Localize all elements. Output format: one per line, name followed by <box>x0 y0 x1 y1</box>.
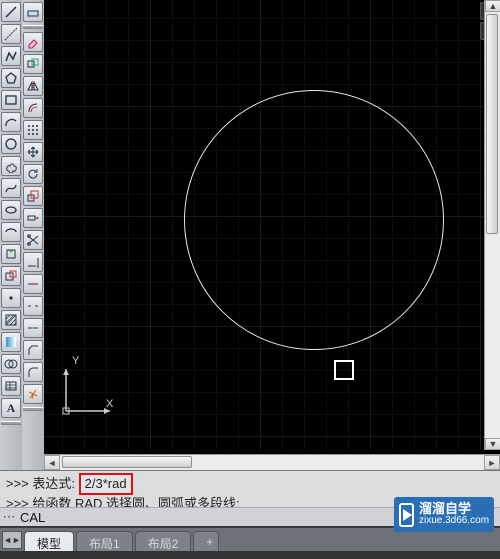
move-tool[interactable] <box>23 142 43 162</box>
polyline-tool[interactable] <box>1 46 21 66</box>
ucs-y-label: Y <box>72 355 79 367</box>
table-tool[interactable] <box>1 376 21 396</box>
watermark-url: zixue.3d66.com <box>419 515 489 526</box>
fillet-tool[interactable] <box>23 362 43 382</box>
break-tool[interactable] <box>23 296 43 316</box>
drawing-area-wrap: X Y ▲ ▼ ◄ ► <box>44 0 500 470</box>
trim-tool[interactable] <box>23 230 43 250</box>
cmd-line1-expression: 2/3*rad <box>79 473 133 495</box>
circle-tool[interactable] <box>1 134 21 154</box>
construction-line-tool[interactable] <box>1 24 21 44</box>
erase-tool[interactable] <box>23 32 43 52</box>
mtext-tool[interactable]: A <box>1 398 21 418</box>
tab-layout2[interactable]: 布局2 <box>135 531 192 551</box>
chamfer-tool[interactable] <box>23 340 43 360</box>
hatch-tool[interactable] <box>1 310 21 330</box>
draw-toolbar: A <box>0 0 22 470</box>
ucs-x-label: X <box>106 398 113 410</box>
break-at-point-tool[interactable] <box>23 274 43 294</box>
point-tool[interactable] <box>1 288 21 308</box>
plus-icon: + <box>206 535 213 549</box>
revision-cloud-tool[interactable] <box>1 156 21 176</box>
copy-tool[interactable] <box>23 54 43 74</box>
tab-layout1[interactable]: 布局1 <box>76 531 133 551</box>
tab-model[interactable]: 模型 <box>24 531 74 551</box>
scroll-right-button[interactable]: ► <box>484 455 500 470</box>
scroll-down-button[interactable]: ▼ <box>485 438 500 450</box>
explode-tool[interactable] <box>23 384 43 404</box>
extend-tool[interactable] <box>23 252 43 272</box>
line-tool[interactable] <box>1 2 21 22</box>
make-block-tool[interactable] <box>1 266 21 286</box>
stretch-tool[interactable] <box>23 208 43 228</box>
array-tool[interactable] <box>23 120 43 140</box>
scale-tool[interactable] <box>23 186 43 206</box>
tab-label: 布局1 <box>89 537 120 551</box>
cmd-line1-prefix: >>> 表达式: <box>6 476 75 491</box>
circle-entity[interactable] <box>184 90 444 350</box>
watermark-brand: 溜溜自学 <box>419 503 489 515</box>
polygon-tool[interactable] <box>1 68 21 88</box>
region-tool[interactable] <box>1 354 21 374</box>
tab-label: 模型 <box>37 537 61 551</box>
offset-tool[interactable] <box>23 98 43 118</box>
ellipse-tool[interactable] <box>1 200 21 220</box>
scroll-thumb-v[interactable] <box>486 14 498 234</box>
arc-tool[interactable] <box>1 112 21 132</box>
rotate-tool[interactable] <box>23 164 43 184</box>
drawing-area[interactable]: X Y <box>44 0 500 450</box>
modify-toolbar <box>22 0 44 470</box>
horizontal-scrollbar[interactable]: ◄ ► <box>44 454 500 470</box>
mirror-tool[interactable] <box>23 76 43 96</box>
ucs-icon: X Y <box>58 359 118 422</box>
tab-label: 布局2 <box>148 537 179 551</box>
scroll-up-button[interactable]: ▲ <box>485 0 500 12</box>
vertical-scrollbar[interactable]: ▲ ▼ <box>484 0 500 450</box>
rectangle-tool[interactable] <box>1 90 21 110</box>
watermark: 溜溜自学 zixue.3d66.com <box>394 497 494 532</box>
ellipse-arc-tool[interactable] <box>1 222 21 242</box>
play-icon <box>399 503 414 527</box>
mtext-label: A <box>7 401 16 416</box>
props-unknown-1[interactable] <box>23 2 43 22</box>
spline-tool[interactable] <box>1 178 21 198</box>
gradient-tool[interactable] <box>1 332 21 352</box>
cursor-pickbox <box>334 360 354 380</box>
toolbar-separator <box>1 421 21 425</box>
toolbar-separator <box>23 25 43 29</box>
command-prompt-icon: ⋯ <box>0 509 18 525</box>
join-tool[interactable] <box>23 318 43 338</box>
insert-block-tool[interactable] <box>1 244 21 264</box>
tab-add-button[interactable]: + <box>193 531 219 551</box>
toolbar-separator <box>23 407 43 411</box>
tab-nav-button[interactable]: ◄► <box>2 531 22 549</box>
scroll-thumb-h[interactable] <box>62 456 192 468</box>
scroll-left-button[interactable]: ◄ <box>44 455 60 470</box>
